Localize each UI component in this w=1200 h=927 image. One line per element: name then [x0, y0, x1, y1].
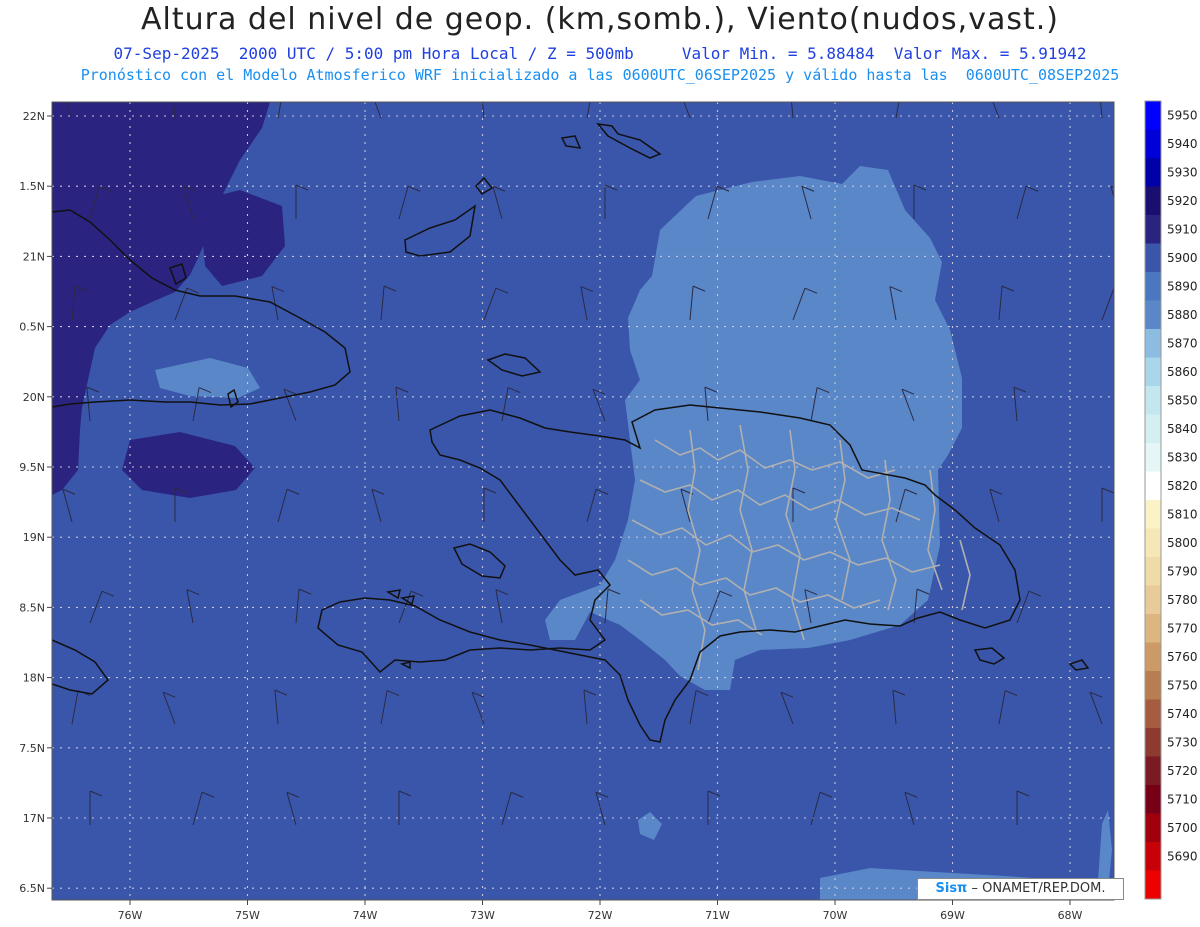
colorbar-swatch	[1145, 215, 1161, 244]
colorbar-swatch	[1145, 870, 1161, 899]
credit-box: Sisπ – ONAMET/REP.DOM.	[917, 878, 1124, 900]
lat-tick-label: 8.5N	[19, 601, 45, 614]
colorbar-swatch	[1145, 842, 1161, 871]
lat-tick-label: 6.5N	[19, 882, 45, 895]
colorbar-swatch	[1145, 443, 1161, 472]
colorbar-label: 5850	[1167, 394, 1198, 408]
wind-barb	[1120, 792, 1141, 825]
lon-tick-label: 72W	[588, 909, 613, 922]
colorbar-swatch	[1145, 471, 1161, 500]
lat-tick-label: 22N	[23, 110, 45, 123]
lon-tick-label: 75W	[235, 909, 260, 922]
colorbar-label: 5830	[1167, 451, 1198, 465]
colorbar-label: 5860	[1167, 365, 1198, 379]
colorbar-swatch	[1145, 243, 1161, 272]
lon-tick-label: 73W	[470, 909, 495, 922]
colorbar-label: 5700	[1167, 821, 1198, 835]
lat-tick-label: 7.5N	[19, 742, 45, 755]
colorbar-swatch	[1145, 101, 1161, 130]
lat-tick-label: 19N	[23, 531, 45, 544]
colorbar-label: 5750	[1167, 679, 1198, 693]
colorbar-swatch	[1145, 158, 1161, 187]
colorbar-swatch	[1145, 756, 1161, 785]
colorbar-label: 5730	[1167, 736, 1198, 750]
colorbar-label: 5810	[1167, 508, 1198, 522]
colorbar-label: 5920	[1167, 194, 1198, 208]
colorbar-label: 5690	[1167, 850, 1198, 864]
colorbar-swatch	[1145, 585, 1161, 614]
lon-tick-label: 76W	[118, 909, 143, 922]
colorbar-swatch	[1145, 500, 1161, 529]
colorbar-label: 5880	[1167, 308, 1198, 322]
colorbar-swatch	[1145, 386, 1161, 415]
colorbar-label: 5780	[1167, 593, 1198, 607]
colorbar: 5950 5940 5930 5920 5910 5900 5890 5880 5870 5860…	[1144, 100, 1198, 900]
colorbar-swatch	[1145, 300, 1161, 329]
colorbar-label: 5740	[1167, 707, 1198, 721]
colorbar-label: 5930	[1167, 166, 1198, 180]
lat-tick-label: 18N	[23, 672, 45, 685]
colorbar-label: 5800	[1167, 536, 1198, 550]
colorbar-label: 5900	[1167, 251, 1198, 265]
colorbar-label: 5940	[1167, 137, 1198, 151]
colorbar-swatch	[1145, 528, 1161, 557]
colorbar-swatch	[1145, 813, 1161, 842]
map-figure: 22N 1.5N 21N 0.5N 20N 9.5N 19N 8.5N 18N 7.5N 17N 6.…	[19, 100, 1198, 922]
colorbar-label: 5790	[1167, 565, 1198, 579]
lon-tick-label: 70W	[823, 909, 848, 922]
lon-tick-label: 71W	[705, 909, 730, 922]
lat-tick-label: 17N	[23, 812, 45, 825]
credit-text: – ONAMET/REP.DOM.	[967, 881, 1106, 896]
colorbar-swatch	[1145, 329, 1161, 358]
colorbar-label: 5720	[1167, 764, 1198, 778]
colorbar-label: 5890	[1167, 280, 1198, 294]
latitude-axis: 22N 1.5N 21N 0.5N 20N 9.5N 19N 8.5N 18N 7.5N 17N 6.…	[19, 110, 52, 895]
lat-tick-label: 9.5N	[19, 461, 45, 474]
wind-barb	[1113, 589, 1114, 593]
colorbar-swatch	[1145, 642, 1161, 671]
colorbar-swatch	[1145, 414, 1161, 443]
colorbar-label: 5840	[1167, 422, 1198, 436]
colorbar-swatch	[1145, 186, 1161, 215]
colorbar-swatch	[1145, 785, 1161, 814]
colorbar-label: 5950	[1167, 109, 1198, 123]
colorbar-label: 5760	[1167, 650, 1198, 664]
wind-barb	[1120, 388, 1138, 421]
colorbar-label: 5910	[1167, 223, 1198, 237]
colorbar-label: 5770	[1167, 622, 1198, 636]
colorbar-swatch	[1145, 129, 1161, 158]
lat-tick-label: 20N	[23, 391, 45, 404]
colorbar-swatch	[1145, 557, 1161, 586]
sispi-logo: Sisπ	[935, 881, 968, 896]
longitude-axis: 76W 75W 74W 73W 72W 71W 70W 69W 68W	[118, 900, 1083, 922]
lat-tick-label: 1.5N	[19, 180, 45, 193]
colorbar-swatch	[1145, 728, 1161, 757]
colorbar-label: 5870	[1167, 337, 1198, 351]
lon-tick-label: 69W	[940, 909, 965, 922]
colorbar-label: 5710	[1167, 793, 1198, 807]
lon-tick-label: 68W	[1058, 909, 1083, 922]
colorbar-swatch	[1145, 699, 1161, 728]
colorbar-swatch	[1145, 614, 1161, 643]
lon-tick-label: 74W	[353, 909, 378, 922]
lat-tick-label: 0.5N	[19, 321, 45, 334]
colorbar-swatch	[1145, 272, 1161, 301]
colorbar-label: 5820	[1167, 479, 1198, 493]
colorbar-swatch	[1145, 357, 1161, 386]
colorbar-swatch	[1145, 671, 1161, 700]
lat-tick-label: 21N	[23, 250, 45, 263]
